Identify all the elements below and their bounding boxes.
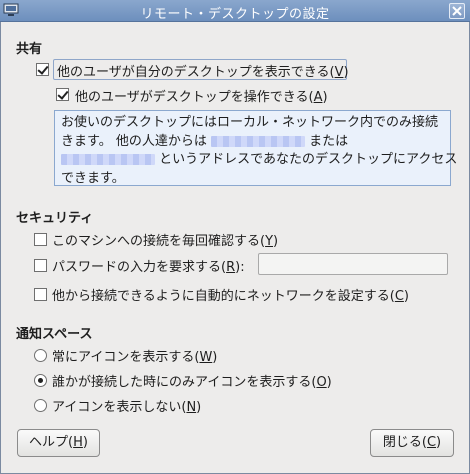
redacted-address: [210, 135, 305, 147]
confirm-connection-label[interactable]: このマシンへの接続を毎回確認する(Y): [52, 230, 278, 249]
info-line-2: きます。 他の人達からは または: [61, 133, 349, 149]
allow-control-checkbox[interactable]: [56, 88, 69, 101]
section-title-security: セキュリティ: [16, 211, 94, 226]
allow-view-label[interactable]: 他のユーザが自分のデスクトップを表示できる(V): [57, 61, 349, 80]
section-title-sharing: 共有: [16, 42, 43, 57]
close-icon: [452, 6, 462, 16]
close-button[interactable]: 閉じる(C): [370, 429, 454, 457]
help-button[interactable]: ヘルプ(H): [17, 429, 100, 457]
info-message-box: お使いのデスクトップにはローカル・ネットワーク内でのみ接続 きます。 他の人達か…: [54, 110, 457, 186]
allow-control-label[interactable]: 他のユーザがデスクトップを操作できる(A): [75, 86, 328, 105]
notify-always-radio[interactable]: [34, 349, 47, 362]
title-bar[interactable]: リモート・デスクトップの設定: [0, 0, 470, 22]
section-title-notify: 通知スペース: [16, 327, 93, 342]
confirm-connection-checkbox[interactable]: [34, 233, 47, 246]
notify-connected-label[interactable]: 誰かが接続した時にのみアイコンを表示する(O): [52, 371, 332, 390]
notify-never-radio[interactable]: [34, 399, 47, 412]
dialog-body: 共有 他のユーザが自分のデスクトップを表示できる(V) 他のユーザがデスクトップ…: [0, 22, 470, 474]
info-line-4: できます。: [61, 170, 125, 186]
notify-connected-radio[interactable]: [34, 374, 47, 387]
redacted-address: [61, 154, 155, 165]
auto-network-checkbox[interactable]: [34, 288, 47, 301]
info-line-3: というアドレスであなたのデスクトップにアクセス: [61, 151, 457, 170]
require-password-checkbox[interactable]: [34, 259, 47, 272]
require-password-label[interactable]: パスワードの入力を要求する(R):: [52, 256, 245, 275]
info-line-1: お使いのデスクトップにはローカル・ネットワーク内でのみ接続: [61, 115, 439, 130]
allow-view-checkbox[interactable]: [36, 63, 49, 76]
notify-never-label[interactable]: アイコンを表示しない(N): [52, 396, 201, 415]
auto-network-label[interactable]: 他から接続できるように自動的にネットワークを設定する(C): [52, 285, 409, 304]
window-title: リモート・デスクトップの設定: [140, 7, 330, 22]
password-input[interactable]: [258, 253, 448, 275]
close-window-button[interactable]: [449, 3, 465, 19]
notify-always-label[interactable]: 常にアイコンを表示する(W): [52, 346, 217, 365]
